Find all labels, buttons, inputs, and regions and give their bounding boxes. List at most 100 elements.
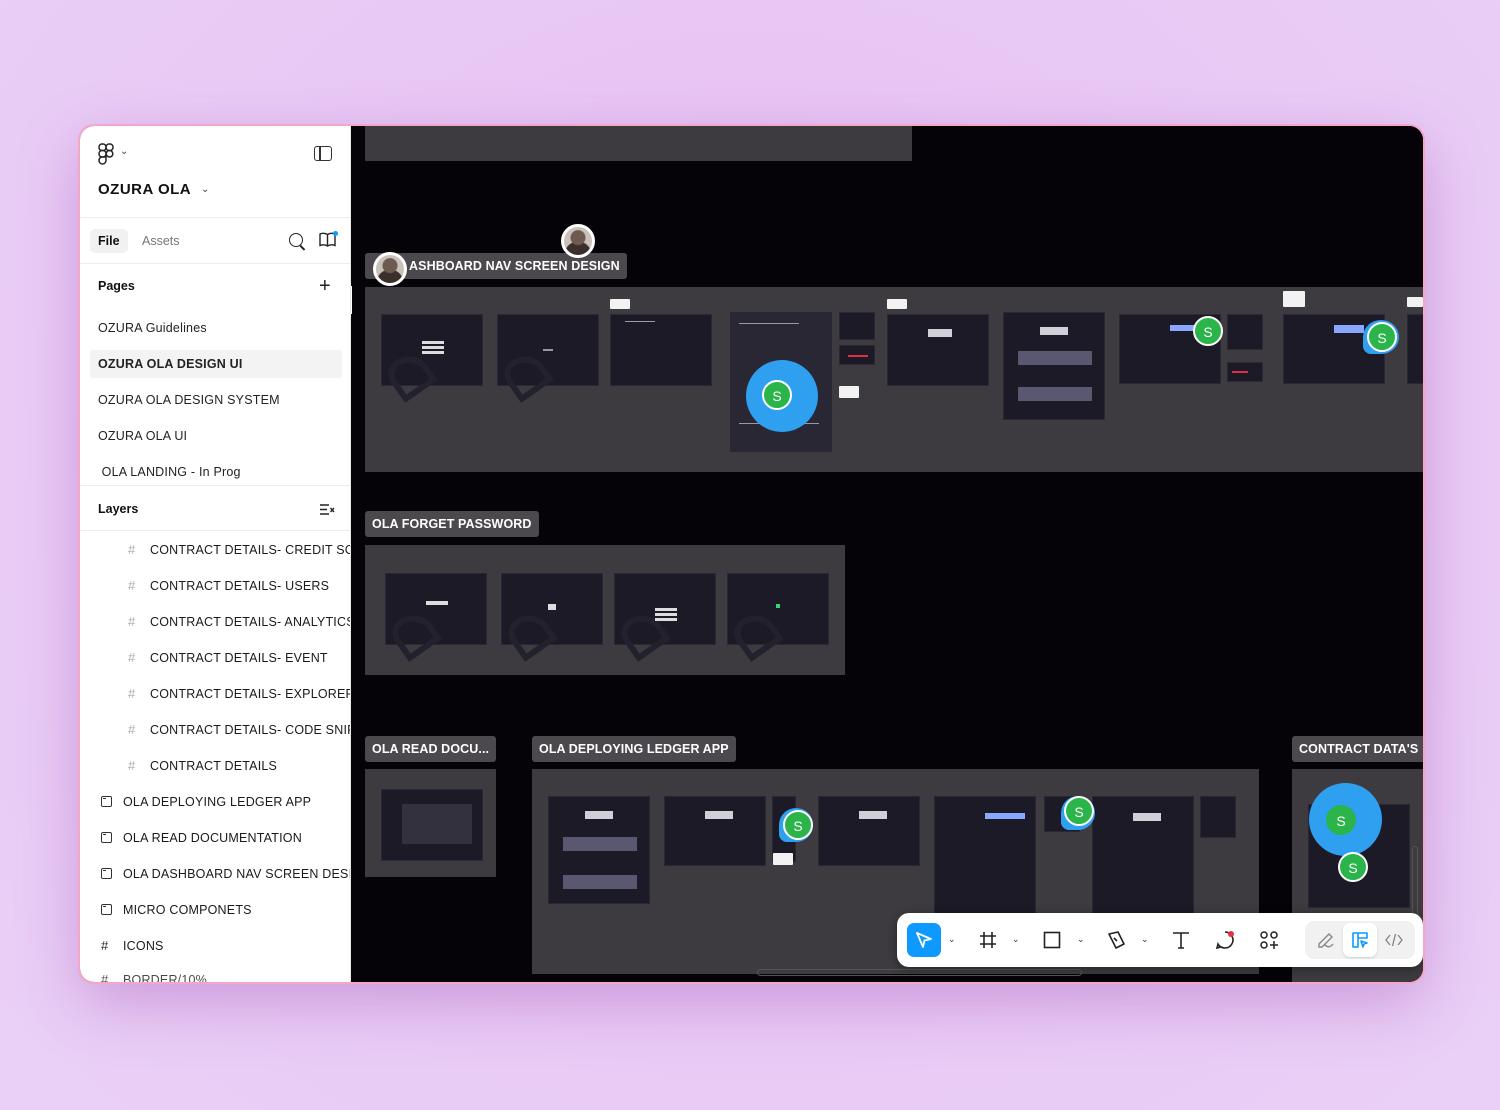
decor xyxy=(848,355,868,357)
section-label-contract[interactable]: CONTRACT DATA'S xyxy=(1292,736,1423,762)
page-item-active[interactable]: OZURA OLA DESIGN UI xyxy=(90,350,342,378)
frame-thumbnail[interactable] xyxy=(610,314,712,386)
layer-label: CONTRACT DETAILS- CREDIT SCORE xyxy=(150,543,350,557)
add-page-plus-icon[interactable]: + xyxy=(319,276,331,296)
frame-hash-icon: # xyxy=(128,614,136,629)
search-icon[interactable] xyxy=(289,233,303,247)
move-tool-chevron-icon[interactable]: ⌄ xyxy=(948,934,956,945)
page-item[interactable]: OZURA OLA DESIGN SYSTEM xyxy=(90,386,342,414)
decor xyxy=(402,804,472,844)
project-chevron-down-icon[interactable]: ⌄ xyxy=(201,184,209,195)
frame-hash-icon: # xyxy=(128,686,136,701)
frame-thumbnail[interactable] xyxy=(664,796,766,866)
frame-thumbnail[interactable] xyxy=(839,345,875,365)
frame-thumbnail[interactable] xyxy=(727,573,829,662)
decor xyxy=(728,606,784,662)
tab-assets[interactable]: Assets xyxy=(134,229,188,253)
layer-label: ICONS xyxy=(123,939,164,953)
frame-thumbnail[interactable] xyxy=(1407,314,1423,384)
section-icon xyxy=(101,832,112,843)
section-label-read-docs[interactable]: OLA READ DOCU... xyxy=(365,736,497,762)
frame-thumbnail[interactable] xyxy=(497,314,599,403)
section-forget-password[interactable] xyxy=(365,545,845,675)
frame-thumbnail[interactable] xyxy=(381,314,483,403)
frame-tool-chevron-icon[interactable]: ⌄ xyxy=(1012,934,1020,945)
frame-thumbnail[interactable] xyxy=(934,796,1036,914)
frame-thumbnail[interactable] xyxy=(818,796,920,866)
layer-label: CONTRACT DETAILS- ANALYTICS xyxy=(150,615,351,629)
frame-hash-icon xyxy=(980,932,996,948)
page-item[interactable]: OZURA Guidelines xyxy=(90,314,342,342)
layer-section[interactable]: OLA DEPLOYING LEDGER APP xyxy=(101,791,311,813)
collaborator-avatar: S xyxy=(1064,796,1094,826)
decor xyxy=(426,601,448,605)
decor xyxy=(1018,387,1092,401)
section-dashboard-nav[interactable] xyxy=(365,287,1423,472)
rectangle-tool-chevron-icon[interactable]: ⌄ xyxy=(1077,934,1085,945)
design-ruler-icon xyxy=(1352,932,1368,948)
sticky-note[interactable] xyxy=(887,299,907,309)
page-item[interactable]: OZURA OLA UI xyxy=(90,422,342,450)
move-tool-button[interactable] xyxy=(907,923,941,957)
frame-thumbnail[interactable] xyxy=(548,796,650,904)
left-sidebar: ⌄ OZURA OLA ⌄ File Assets Pages + OZURA … xyxy=(80,126,351,982)
toggle-sidebar-icon[interactable] xyxy=(314,146,332,161)
rectangle-tool-button[interactable] xyxy=(1035,923,1069,957)
frame-thumbnail[interactable] xyxy=(1003,312,1105,420)
layer-item[interactable]: # CONTRACT DETAILS- USERS xyxy=(128,575,329,597)
actions-tool-button[interactable] xyxy=(1252,923,1286,957)
bottom-toolbar: ⌄ ⌄ ⌄ ⌄ xyxy=(897,913,1423,967)
frame-thumbnail[interactable] xyxy=(1092,796,1194,932)
horizontal-scrollbar[interactable] xyxy=(757,969,1082,976)
sticky-note[interactable] xyxy=(610,299,630,309)
layer-section[interactable]: MICRO COMPONETS xyxy=(101,899,252,921)
layer-item[interactable]: # CONTRACT DETAILS- EXPLORER xyxy=(128,683,351,705)
collapse-layers-icon[interactable] xyxy=(319,503,335,516)
section-label-forget-password[interactable]: OLA FORGET PASSWORD xyxy=(365,511,539,537)
layer-frame[interactable]: # BORDER/10% xyxy=(101,969,207,982)
figma-logo-icon[interactable] xyxy=(98,143,114,165)
frame-thumbnail[interactable] xyxy=(1227,314,1263,350)
comment-tool-button[interactable] xyxy=(1208,923,1242,957)
layer-label: CONTRACT DETAILS- EXPLORER xyxy=(150,687,351,701)
frame-thumbnail[interactable] xyxy=(887,314,989,386)
frame-thumbnail[interactable] xyxy=(381,789,483,861)
project-name[interactable]: OZURA OLA xyxy=(98,181,191,198)
frame-thumbnail[interactable] xyxy=(614,573,716,662)
frame-thumbnail[interactable] xyxy=(839,312,875,340)
main-menu-chevron-down-icon[interactable]: ⌄ xyxy=(120,146,128,157)
tab-file[interactable]: File xyxy=(90,229,128,253)
sticky-note[interactable] xyxy=(773,853,793,865)
dev-mode-button[interactable] xyxy=(1377,923,1411,957)
collaborator-avatar: S xyxy=(1326,805,1356,835)
decor xyxy=(655,613,677,616)
layer-section[interactable]: OLA READ DOCUMENTATION xyxy=(101,827,302,849)
decor xyxy=(543,349,553,351)
layer-item[interactable]: # CONTRACT DETAILS- ANALYTICS xyxy=(128,611,351,633)
layer-frame[interactable]: # ICONS xyxy=(101,935,164,957)
layer-section[interactable]: OLA DASHBOARD NAV SCREEN DESIGN xyxy=(101,863,350,885)
section-label-deploying[interactable]: OLA DEPLOYING LEDGER APP xyxy=(532,736,736,762)
layer-item[interactable]: # CONTRACT DETAILS- CREDIT SCORE xyxy=(128,539,350,561)
frame-tool-button[interactable] xyxy=(971,923,1005,957)
design-mode-button[interactable] xyxy=(1343,923,1377,957)
frame-thumbnail[interactable] xyxy=(501,573,603,662)
section-read-documentation[interactable] xyxy=(365,769,496,877)
text-tool-button[interactable] xyxy=(1164,923,1198,957)
frame-thumbnail[interactable] xyxy=(1227,362,1263,382)
sticky-note[interactable] xyxy=(1283,291,1305,307)
frame-thumbnail[interactable] xyxy=(385,573,487,662)
layer-item[interactable]: # CONTRACT DETAILS- CODE SNIPPET xyxy=(128,719,350,741)
sticky-note[interactable] xyxy=(1407,297,1423,307)
collaborator-avatar: S xyxy=(783,810,813,840)
pen-tool-button[interactable] xyxy=(1099,923,1133,957)
page-item[interactable]: OLA LANDING - In Prog xyxy=(90,458,342,486)
design-canvas[interactable]: ASHBOARD NAV SCREEN DESIGN S S S OLA FOR… xyxy=(352,126,1423,982)
pen-tool-chevron-icon[interactable]: ⌄ xyxy=(1141,934,1149,945)
layer-item[interactable]: # CONTRACT DETAILS- EVENT xyxy=(128,647,328,669)
layer-item[interactable]: # CONTRACT DETAILS xyxy=(128,755,277,777)
frame-thumbnail[interactable] xyxy=(1200,796,1236,838)
text-t-icon xyxy=(1173,932,1189,949)
draw-mode-button[interactable] xyxy=(1309,923,1343,957)
sticky-note[interactable] xyxy=(839,386,859,398)
